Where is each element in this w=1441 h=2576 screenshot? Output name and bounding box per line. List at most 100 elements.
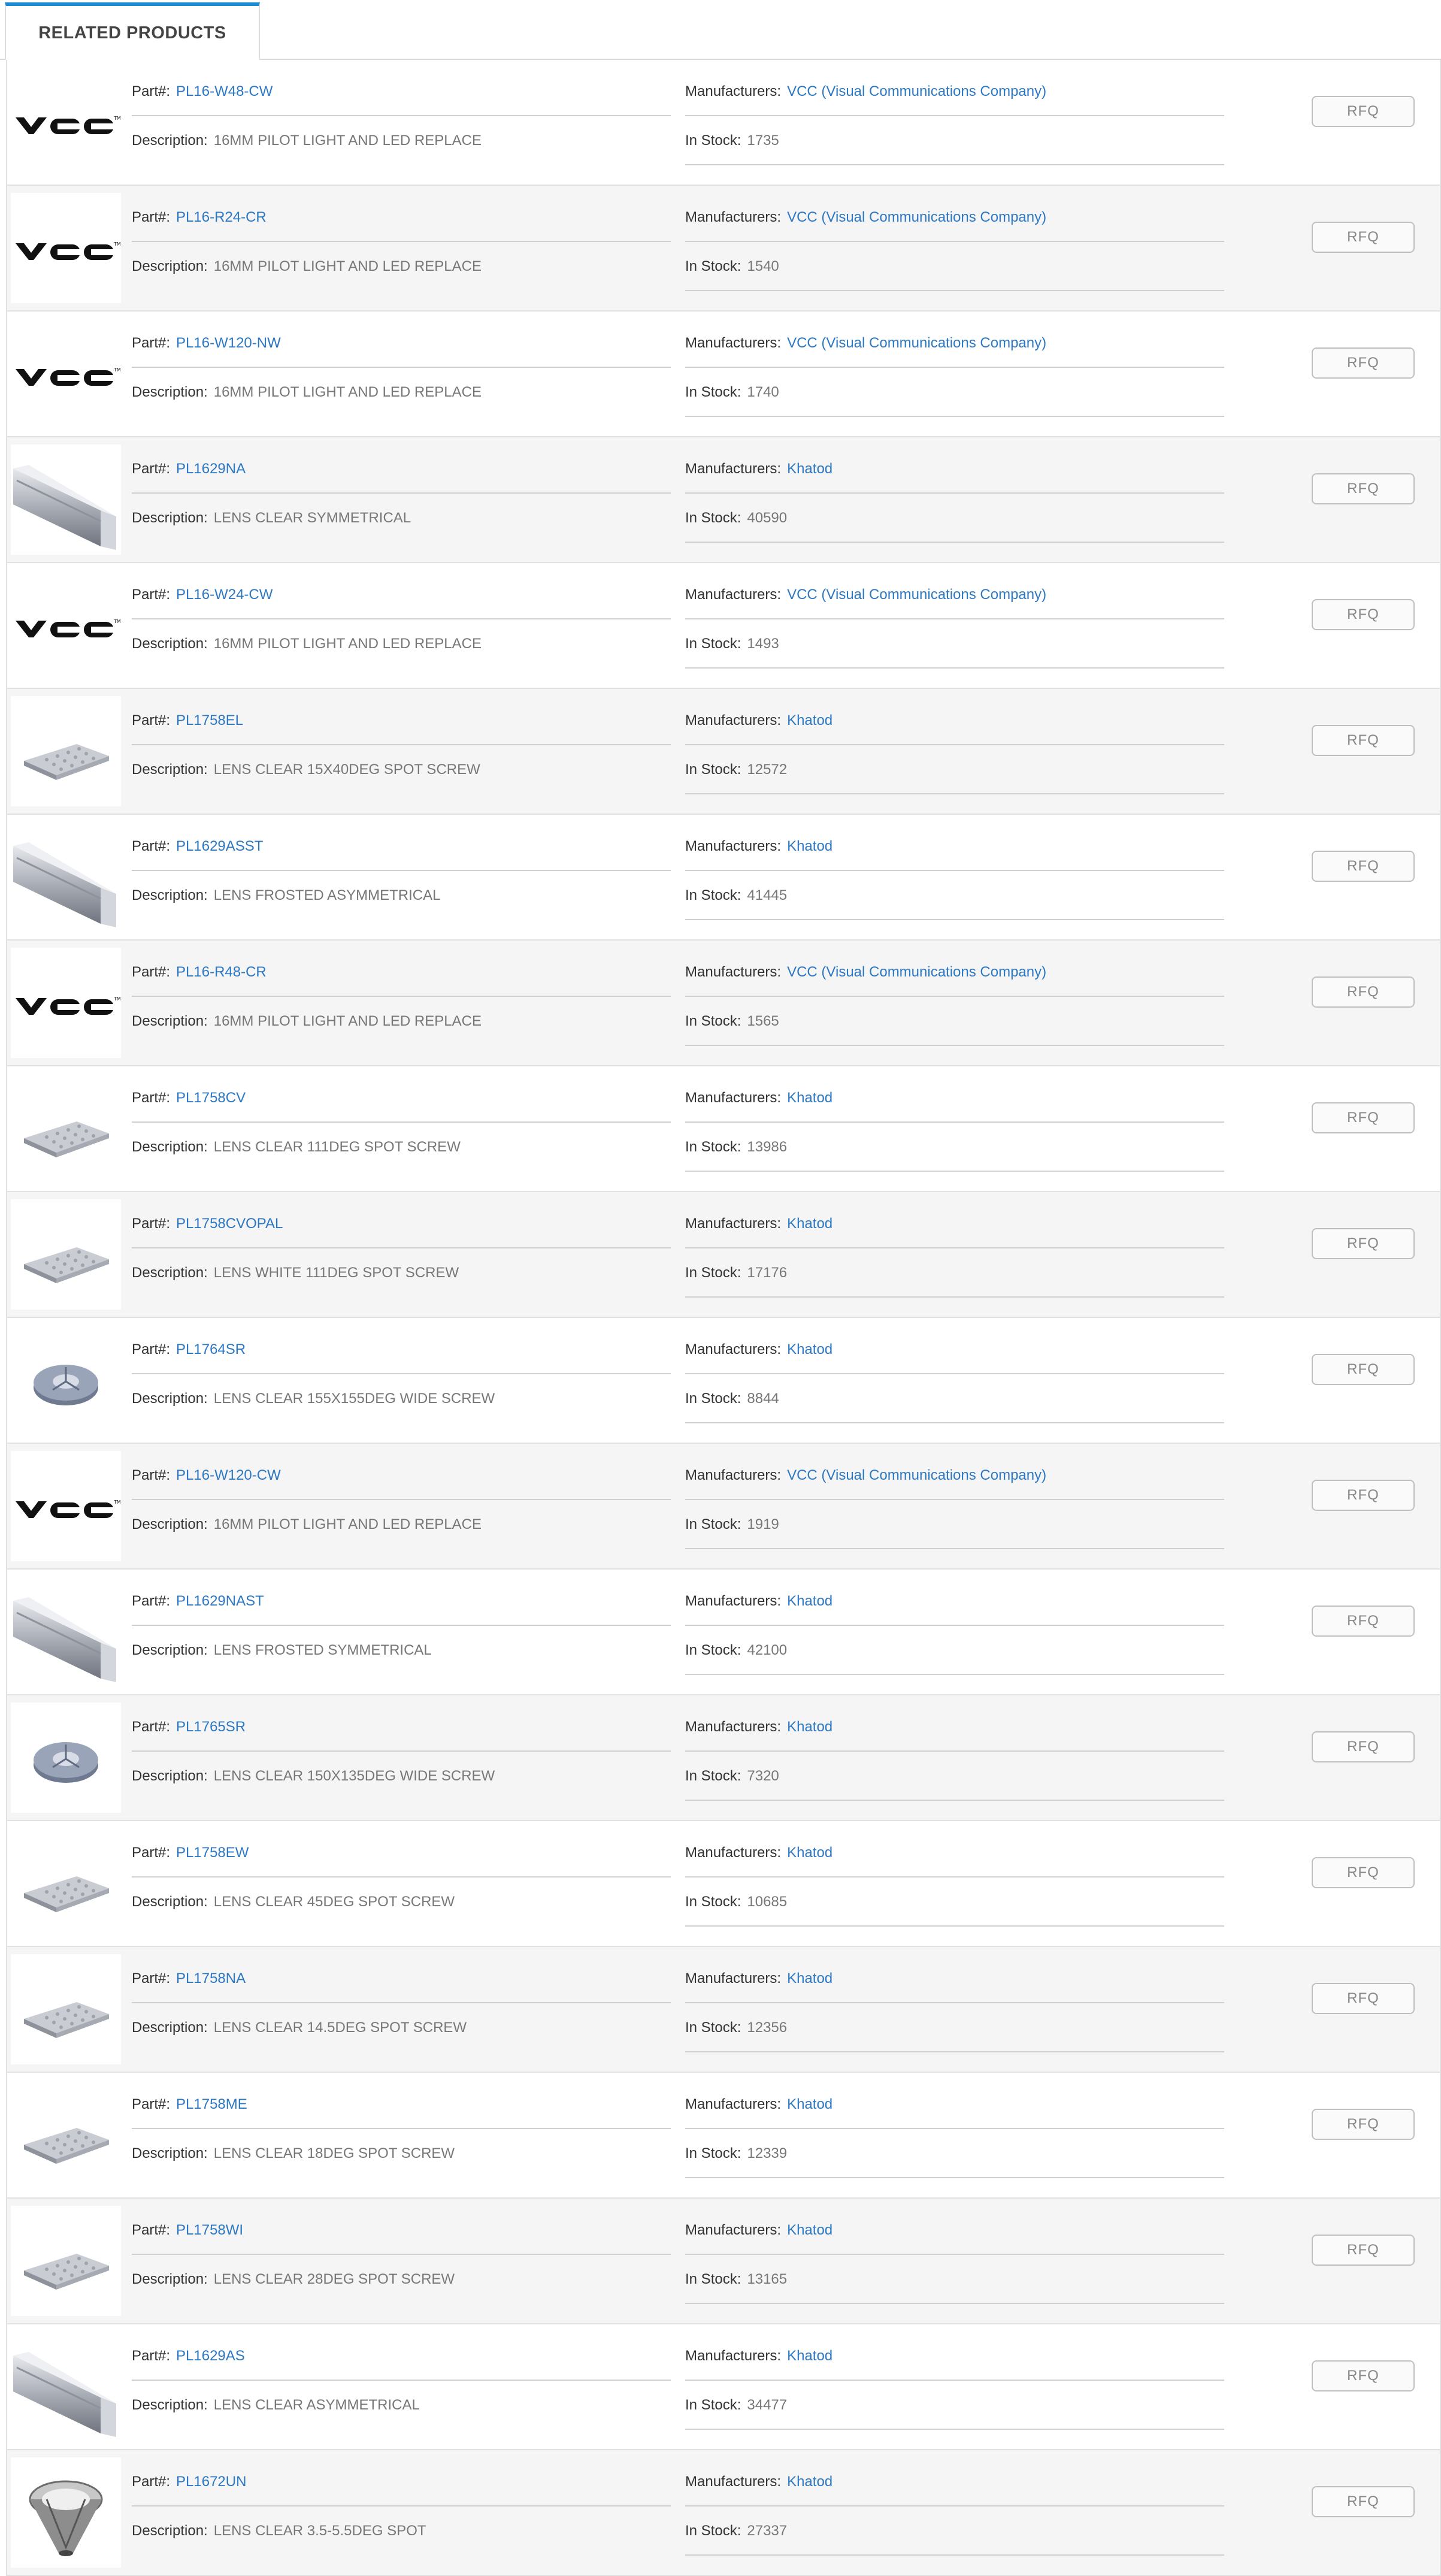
part-link[interactable]: PL1758WI [176, 2222, 243, 2238]
description-field: Description: 16MM PILOT LIGHT AND LED REP… [132, 132, 482, 150]
product-image[interactable]: TM [11, 570, 121, 681]
description-value: LENS CLEAR ASYMMETRICAL [213, 2397, 420, 2413]
manufacturer-link[interactable]: Khatod [787, 2348, 832, 2364]
product-image[interactable]: TM [11, 1451, 121, 1561]
rfq-button[interactable]: RFQ [1312, 1606, 1415, 1637]
product-image[interactable] [11, 2332, 121, 2442]
product-image[interactable] [11, 445, 121, 555]
manufacturer-link[interactable]: Khatod [787, 1341, 832, 1357]
stock-label: In Stock: [685, 384, 741, 400]
rfq-button[interactable]: RFQ [1312, 1731, 1415, 1762]
part-link[interactable]: PL16-W120-CW [176, 1467, 281, 1483]
product-image[interactable] [11, 2080, 121, 2190]
divider [132, 2254, 671, 2255]
manufacturer-label: Manufacturers: [685, 1467, 782, 1483]
manufacturer-link[interactable]: VCC (Visual Communications Company) [787, 209, 1046, 225]
part-link[interactable]: PL16-R24-CR [176, 209, 267, 225]
part-link[interactable]: PL1758NA [176, 1970, 246, 1987]
tab-related-products[interactable]: RELATED PRODUCTS [5, 2, 260, 60]
rfq-button[interactable]: RFQ [1312, 2360, 1415, 2391]
product-image[interactable] [11, 2206, 121, 2316]
description-label: Description: [132, 2019, 208, 2036]
part-field: Part#: PL16-R48-CR [132, 963, 267, 981]
part-link[interactable]: PL1629NAST [176, 1593, 264, 1609]
product-image[interactable]: TM [11, 193, 121, 303]
rfq-button[interactable]: RFQ [1312, 725, 1415, 756]
part-link[interactable]: PL16-W24-CW [176, 586, 273, 603]
manufacturer-link[interactable]: Khatod [787, 1090, 832, 1106]
product-image[interactable] [11, 1074, 121, 1184]
rfq-button[interactable]: RFQ [1312, 1102, 1415, 1133]
rfq-button[interactable]: RFQ [1312, 2109, 1415, 2140]
manufacturer-link[interactable]: Khatod [787, 2222, 832, 2238]
rfq-button[interactable]: RFQ [1312, 851, 1415, 882]
part-link[interactable]: PL1758EL [176, 712, 243, 728]
product-image[interactable] [11, 1954, 121, 2064]
manufacturer-link[interactable]: Khatod [787, 838, 832, 854]
part-link[interactable]: PL1765SR [176, 1719, 246, 1735]
product-image[interactable] [11, 1325, 121, 1435]
manufacturer-label: Manufacturers: [685, 712, 782, 728]
rfq-button[interactable]: RFQ [1312, 1857, 1415, 1888]
rfq-button[interactable]: RFQ [1312, 1983, 1415, 2014]
product-image[interactable] [11, 1577, 121, 1687]
product-row: TM Part#: PL16-W48-CW Description: 16MM PI… [6, 60, 1441, 186]
description-field: Description: LENS WHITE 111DEG SPOT SCREW [132, 1264, 459, 1282]
divider [132, 2002, 671, 2003]
rfq-button[interactable]: RFQ [1312, 2486, 1415, 2517]
part-link[interactable]: PL16-W120-NW [176, 335, 281, 351]
product-image[interactable] [11, 696, 121, 806]
part-label: Part#: [132, 1090, 171, 1106]
rfq-button[interactable]: RFQ [1312, 222, 1415, 253]
manufacturer-link[interactable]: Khatod [787, 1970, 832, 1987]
manufacturer-link[interactable]: VCC (Visual Communications Company) [787, 586, 1046, 603]
part-link[interactable]: PL1758EW [176, 1845, 249, 1861]
manufacturer-link[interactable]: Khatod [787, 1719, 832, 1735]
stock-value: 27337 [747, 2523, 788, 2539]
part-link[interactable]: PL1764SR [176, 1341, 246, 1357]
part-link[interactable]: PL1629ASST [176, 838, 263, 854]
part-field: Part#: PL1758CV [132, 1089, 246, 1107]
manufacturer-link[interactable]: VCC (Visual Communications Company) [787, 1467, 1046, 1483]
manufacturer-link[interactable]: Khatod [787, 2474, 832, 2490]
product-image[interactable] [11, 1703, 121, 1813]
product-image[interactable] [11, 1828, 121, 1939]
part-link[interactable]: PL16-R48-CR [176, 964, 267, 980]
part-link[interactable]: PL1672UN [176, 2474, 246, 2490]
description-value: LENS CLEAR 14.5DEG SPOT SCREW [213, 2019, 467, 2036]
rfq-button[interactable]: RFQ [1312, 96, 1415, 127]
rfq-button[interactable]: RFQ [1312, 473, 1415, 504]
part-link[interactable]: PL16-W48-CW [176, 83, 273, 99]
product-image[interactable]: TM [11, 67, 121, 177]
stock-label: In Stock: [685, 258, 741, 274]
manufacturer-link[interactable]: VCC (Visual Communications Company) [787, 83, 1046, 99]
product-row: Part#: PL1758EL Description: LENS CLEAR 15… [6, 689, 1441, 815]
manufacturer-link[interactable]: Khatod [787, 461, 832, 477]
manufacturer-link[interactable]: Khatod [787, 2096, 832, 2112]
product-image[interactable]: TM [11, 319, 121, 429]
product-image[interactable] [11, 1199, 121, 1310]
product-image[interactable] [11, 2457, 121, 2568]
divider [132, 115, 671, 116]
manufacturer-link[interactable]: Khatod [787, 1845, 832, 1861]
rfq-button[interactable]: RFQ [1312, 347, 1415, 379]
part-field: Part#: PL1758EL [132, 712, 243, 730]
product-image[interactable]: TM [11, 948, 121, 1058]
manufacturer-link[interactable]: VCC (Visual Communications Company) [787, 335, 1046, 351]
manufacturer-link[interactable]: VCC (Visual Communications Company) [787, 964, 1046, 980]
manufacturer-link[interactable]: Khatod [787, 1216, 832, 1232]
part-link[interactable]: PL1758ME [176, 2096, 247, 2112]
rfq-button[interactable]: RFQ [1312, 2235, 1415, 2266]
manufacturer-link[interactable]: Khatod [787, 1593, 832, 1609]
rfq-button[interactable]: RFQ [1312, 1354, 1415, 1385]
rfq-button[interactable]: RFQ [1312, 599, 1415, 630]
rfq-button[interactable]: RFQ [1312, 1480, 1415, 1511]
part-link[interactable]: PL1629AS [176, 2348, 245, 2364]
rfq-button[interactable]: RFQ [1312, 1228, 1415, 1259]
part-link[interactable]: PL1629NA [176, 461, 246, 477]
rfq-button[interactable]: RFQ [1312, 976, 1415, 1008]
part-link[interactable]: PL1758CV [176, 1090, 246, 1106]
part-link[interactable]: PL1758CVOPAL [176, 1216, 283, 1232]
product-image[interactable] [11, 822, 121, 932]
manufacturer-link[interactable]: Khatod [787, 712, 832, 728]
